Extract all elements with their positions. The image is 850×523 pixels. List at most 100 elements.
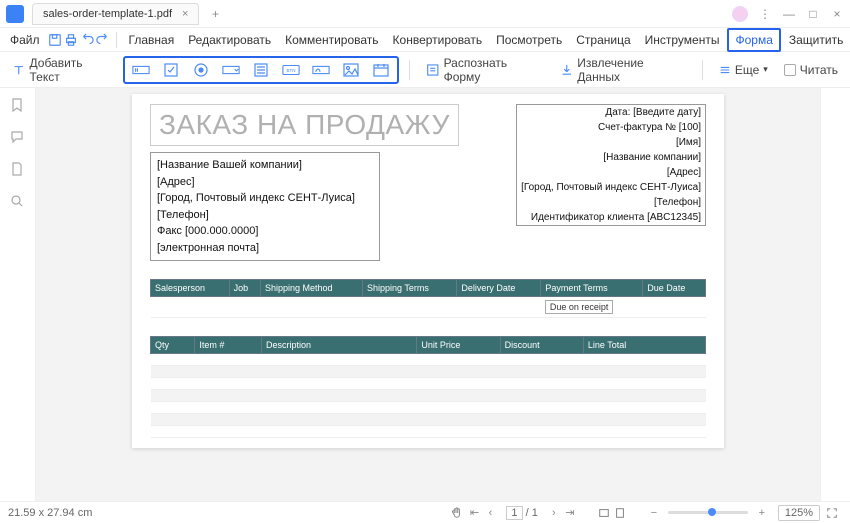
th-total: Line Total <box>583 337 705 354</box>
th-payment: Payment Terms <box>541 280 643 297</box>
th-job: Job <box>229 280 260 297</box>
chevron-down-icon: ▾ <box>763 64 768 75</box>
read-button[interactable]: Читать <box>778 59 844 81</box>
read-label: Читать <box>800 63 838 77</box>
th-price: Unit Price <box>417 337 500 354</box>
page-dimensions: 21.59 x 27.94 cm <box>8 507 92 519</box>
close-tab-icon[interactable]: × <box>182 8 188 20</box>
document-canvas[interactable]: ЗАКАЗ НА ПРОДАЖУ [Название Вашей компани… <box>36 88 820 501</box>
right-sidebar <box>820 88 850 501</box>
th-item: Item # <box>195 337 262 354</box>
prev-page-icon[interactable]: ‹ <box>482 507 498 519</box>
left-sidebar <box>0 88 36 501</box>
text-field-icon[interactable] <box>129 60 153 80</box>
hamburger-icon <box>719 64 731 76</box>
add-text-button[interactable]: Добавить Текст <box>6 52 119 88</box>
statusbar: 21.59 x 27.94 cm ⇤ ‹ 1 / 1 › ⇥ − + 125% <box>0 501 850 523</box>
meta-line: Дата: [Введите дату] <box>517 105 705 120</box>
add-text-label: Добавить Текст <box>30 56 114 84</box>
minimize-icon[interactable]: — <box>782 7 796 21</box>
print-icon[interactable] <box>64 31 78 49</box>
user-avatar[interactable] <box>732 6 748 22</box>
table-row[interactable] <box>151 426 706 438</box>
menu-tab-view[interactable]: Посмотреть <box>490 30 568 50</box>
extract-label: Извлечение Данных <box>577 56 686 84</box>
last-page-icon[interactable]: ⇥ <box>562 506 578 519</box>
checkbox-icon[interactable] <box>159 60 183 80</box>
th-ship-terms: Shipping Terms <box>362 280 456 297</box>
table-row[interactable]: Due on receipt <box>151 297 706 318</box>
company-line: Факс [000.000.0000] <box>157 223 373 240</box>
menu-file[interactable]: Файл <box>4 33 46 47</box>
dropdown-icon[interactable] <box>219 60 243 80</box>
undo-icon[interactable] <box>80 31 94 49</box>
table-row[interactable] <box>151 414 706 426</box>
recognize-form-button[interactable]: Распознать Форму <box>420 52 550 88</box>
maximize-icon[interactable]: □ <box>806 7 820 21</box>
company-line: [Адрес] <box>157 174 373 191</box>
invoice-meta-box[interactable]: Дата: [Введите дату] Счет-фактура № [100… <box>516 104 706 226</box>
document-tab[interactable]: sales-order-template-1.pdf × <box>32 3 199 25</box>
menu-tab-tools[interactable]: Инструменты <box>639 30 726 50</box>
signature-icon[interactable] <box>309 60 333 80</box>
bookmark-icon[interactable] <box>10 98 26 114</box>
zoom-thumb[interactable] <box>708 508 716 516</box>
page-icon[interactable] <box>10 162 26 178</box>
checkbox-empty-icon <box>784 64 796 76</box>
button-icon[interactable]: BTN <box>279 60 303 80</box>
more-button[interactable]: Еще ▾ <box>713 59 774 81</box>
meta-line: [Название компании] <box>517 150 705 165</box>
zoom-level[interactable]: 125% <box>778 505 820 521</box>
zoom-slider[interactable] <box>668 511 748 514</box>
table-row[interactable] <box>151 354 706 366</box>
document-title[interactable]: ЗАКАЗ НА ПРОДАЖУ <box>150 104 459 146</box>
comment-icon[interactable] <box>10 130 26 146</box>
menu-tab-protect[interactable]: Защитить <box>783 30 849 50</box>
table-row[interactable] <box>151 378 706 390</box>
menu-tab-convert[interactable]: Конвертировать <box>387 30 489 50</box>
menu-tab-page[interactable]: Страница <box>570 30 636 50</box>
fit-page-icon[interactable] <box>614 507 630 519</box>
page-indicator: 1 / 1 <box>506 507 537 519</box>
listbox-icon[interactable] <box>249 60 273 80</box>
table-row[interactable] <box>151 366 706 378</box>
hand-tool-icon[interactable] <box>450 507 466 519</box>
first-page-icon[interactable]: ⇤ <box>466 506 482 519</box>
company-line: [Город, Почтовый индекс СЕНТ-Луиса] <box>157 190 373 207</box>
fit-width-icon[interactable] <box>598 507 614 519</box>
radio-icon[interactable] <box>189 60 213 80</box>
th-discount: Discount <box>500 337 583 354</box>
close-window-icon[interactable]: × <box>830 7 844 21</box>
svg-text:BTN: BTN <box>287 67 296 72</box>
order-info-table: Salesperson Job Shipping Method Shipping… <box>150 279 706 318</box>
titlebar: sales-order-template-1.pdf × + ⋮ — □ × <box>0 0 850 28</box>
image-field-icon[interactable] <box>339 60 363 80</box>
fullscreen-icon[interactable] <box>826 507 842 519</box>
menu-tab-home[interactable]: Главная <box>123 30 181 50</box>
zoom-out-icon[interactable]: − <box>646 507 662 519</box>
table-row[interactable] <box>151 402 706 414</box>
add-tab-button[interactable]: + <box>207 7 223 21</box>
meta-line: [Телефон] <box>517 195 705 210</box>
menu-tab-edit[interactable]: Редактировать <box>182 30 277 50</box>
table-row[interactable] <box>151 390 706 402</box>
menu-tab-comment[interactable]: Комментировать <box>279 30 384 50</box>
tab-title: sales-order-template-1.pdf <box>43 8 172 20</box>
save-icon[interactable] <box>48 31 62 49</box>
zoom-in-icon[interactable]: + <box>754 507 770 519</box>
next-page-icon[interactable]: › <box>546 507 562 519</box>
meta-line: [Город, Почтовый индекс СЕНТ-Луиса] <box>517 180 705 195</box>
company-info-box[interactable]: [Название Вашей компании] [Адрес] [Город… <box>150 152 380 261</box>
meta-line: [Адрес] <box>517 165 705 180</box>
date-field-icon[interactable] <box>369 60 393 80</box>
extract-data-button[interactable]: Извлечение Данных <box>554 52 692 88</box>
due-on-receipt[interactable]: Due on receipt <box>545 300 614 314</box>
company-line: [электронная почта] <box>157 240 373 257</box>
kebab-menu-icon[interactable]: ⋮ <box>758 7 772 21</box>
current-page[interactable]: 1 <box>506 506 522 520</box>
menu-tab-form[interactable]: Форма <box>727 28 780 52</box>
redo-icon[interactable] <box>96 31 110 49</box>
recognize-label: Распознать Форму <box>444 56 544 84</box>
main-area: ЗАКАЗ НА ПРОДАЖУ [Название Вашей компани… <box>0 88 850 501</box>
search-panel-icon[interactable] <box>10 194 26 210</box>
